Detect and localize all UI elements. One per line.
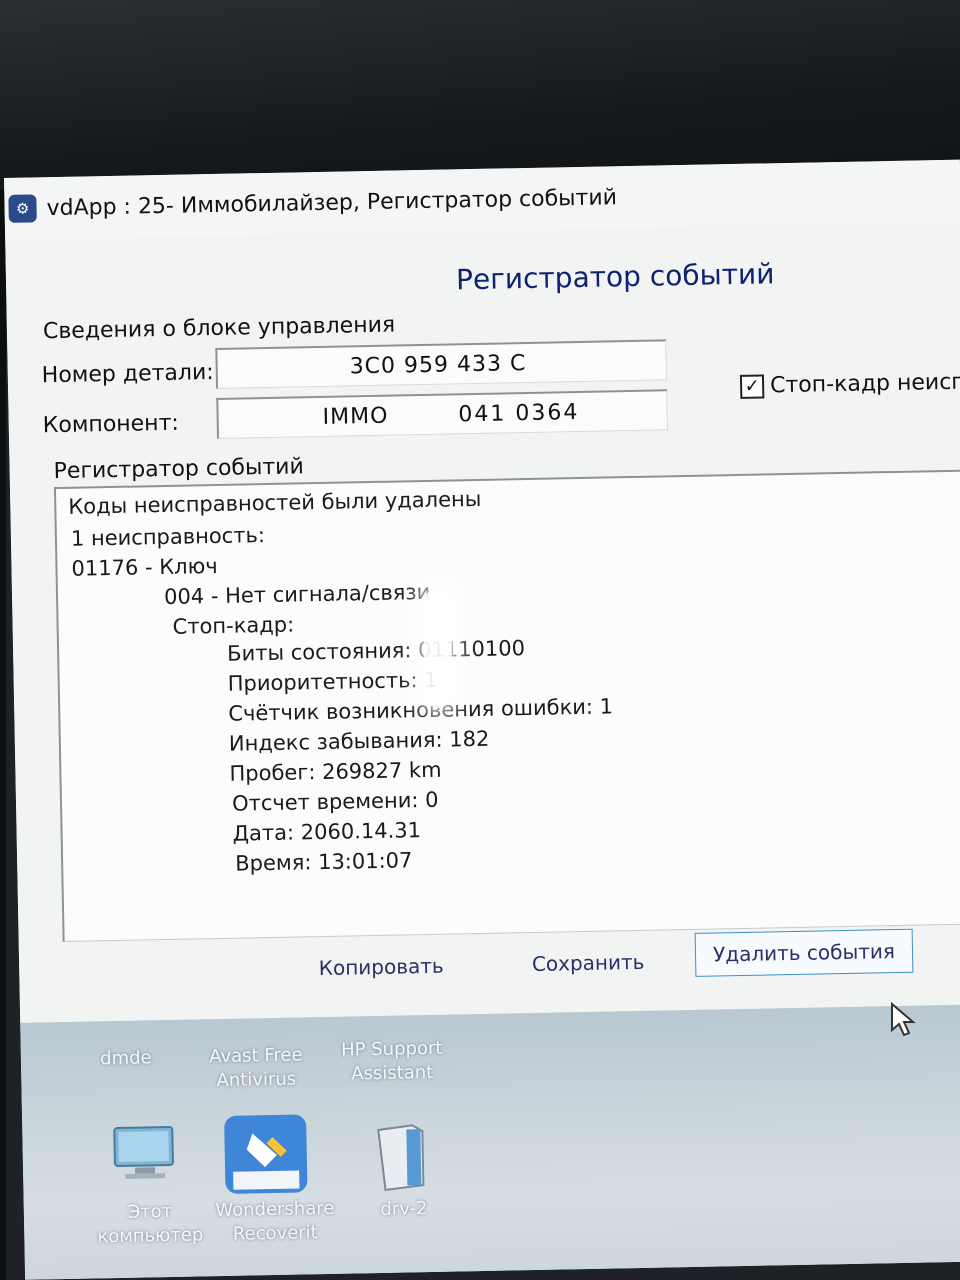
copy-button[interactable]: Копировать bbox=[311, 946, 452, 989]
ecu-info-group-label: Сведения о блоке управления bbox=[42, 312, 396, 345]
log-line: Время: 13:01:07 bbox=[234, 848, 413, 876]
log-line: Приоритетность: 1 bbox=[227, 667, 438, 696]
recoverit-icon[interactable] bbox=[222, 1112, 310, 1200]
delete-events-button[interactable]: Удалить события bbox=[694, 928, 914, 977]
desktop-icon-label[interactable]: dmde bbox=[81, 1046, 171, 1072]
log-line: Стоп-кадр: bbox=[172, 612, 295, 639]
part-number-field[interactable]: 3C0 959 433 C bbox=[215, 339, 668, 389]
log-line: Отсчет времени: 0 bbox=[231, 787, 439, 816]
event-log-group-label: Регистратор событий bbox=[53, 454, 304, 485]
log-line: Счётчик возникновения ошибки: 1 bbox=[228, 694, 614, 726]
page-heading: Регистратор событий bbox=[455, 257, 775, 297]
event-log-textbox[interactable]: Коды неисправностей были удалены 1 неисп… bbox=[53, 469, 960, 943]
component-code-value: 041 0364 bbox=[458, 399, 580, 427]
log-line: Пробег: 269827 km bbox=[229, 757, 442, 786]
save-button[interactable]: Сохранить bbox=[523, 942, 654, 984]
log-line: Дата: 2060.14.31 bbox=[232, 818, 422, 846]
part-number-label: Номер детали: bbox=[41, 360, 214, 389]
window-body: Регистратор событий Сведения о блоке упр… bbox=[5, 221, 960, 1040]
freeze-frame-checkbox[interactable]: ✓ Стоп-кадр неиспр bbox=[739, 369, 960, 399]
desktop-icon-label[interactable]: Этот компьютер bbox=[90, 1199, 211, 1249]
desktop-icon-label[interactable]: HP Support Assistant bbox=[327, 1036, 458, 1086]
folder-icon[interactable] bbox=[372, 1123, 429, 1198]
screen: ⚙ vdApp : 25- Иммобилайзер, Регистратор … bbox=[4, 159, 960, 1280]
component-field[interactable]: IMMO 041 0364 bbox=[216, 389, 668, 439]
desktop-background: dmde Avast Free Antivirus HP Support Ass… bbox=[20, 1004, 960, 1280]
desktop-icon-label[interactable]: Wondershare Recoverit bbox=[210, 1197, 341, 1247]
part-number-value: 3C0 959 433 C bbox=[349, 350, 527, 379]
desktop-icon-label[interactable]: drv-2 bbox=[364, 1197, 444, 1223]
freeze-frame-label: Стоп-кадр неиспр bbox=[769, 369, 960, 399]
checkbox-checked-icon[interactable]: ✓ bbox=[739, 373, 765, 399]
desktop-icon-label[interactable]: Avast Free Antivirus bbox=[201, 1043, 312, 1093]
log-line: 01176 - Ключ bbox=[71, 553, 218, 581]
vdapp-logo-icon: ⚙ bbox=[8, 194, 37, 223]
screen-glare bbox=[424, 588, 452, 708]
component-label: Компонент: bbox=[42, 410, 180, 439]
component-name-value: IMMO bbox=[322, 403, 389, 430]
window-title: vdApp : 25- Иммобилайзер, Регистратор со… bbox=[46, 184, 618, 221]
log-line: Коды неисправностей были удалены bbox=[68, 486, 482, 519]
log-line: Индекс забывания: 182 bbox=[228, 726, 490, 756]
log-line: Биты состояния: 01110100 bbox=[226, 636, 526, 666]
monitor-bezel-left bbox=[0, 190, 6, 1280]
log-line: 004 - Нет сигнала/связи bbox=[163, 579, 431, 610]
computer-icon[interactable] bbox=[110, 1125, 181, 1188]
log-line: 1 неисправность: bbox=[70, 523, 266, 551]
